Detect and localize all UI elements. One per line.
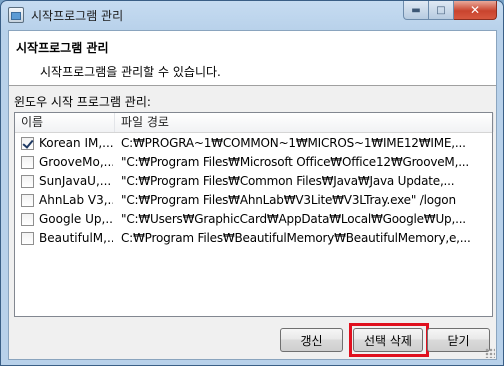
header-title: 시작프로그램 관리 xyxy=(16,41,109,55)
startup-list-label: 윈도우 시작 프로그램 관리: xyxy=(14,95,151,109)
startup-programs-list[interactable]: 이름 파일 경로 Korean IM,... C:₩PROGRA~1₩COMMO… xyxy=(14,112,494,317)
caption-buttons: ▬ □ ✕ xyxy=(403,1,497,21)
list-item[interactable]: GrooveMo,... "C:₩Program Files₩Microsoft… xyxy=(15,153,492,172)
item-name: BeautifulM,... xyxy=(39,231,113,245)
close-icon: ✕ xyxy=(469,3,481,17)
item-path: "C:₩Program Files₩Microsoft Office₩Offic… xyxy=(121,155,470,169)
list-item[interactable]: AhnLab V3,... "C:₩Program Files₩AhnLab₩V… xyxy=(15,191,492,210)
list-item[interactable]: BeautifulM,... C:₩Program Files₩Beautifu… xyxy=(15,229,492,248)
startup-manager-window: 시작프로그램 관리 ▬ □ ✕ 시작프로그램 관리 시작프로그램을 관리할 수 … xyxy=(0,0,504,366)
list-header: 이름 파일 경로 xyxy=(15,113,494,133)
column-header-name[interactable]: 이름 xyxy=(15,113,115,132)
item-checkbox[interactable] xyxy=(21,213,34,226)
close-window-button[interactable]: ✕ xyxy=(454,1,497,20)
item-path: "C:₩Users₩GraphicCard₩AppData₩Local₩Goog… xyxy=(121,212,466,226)
list-item[interactable]: Korean IM,... C:₩PROGRA~1₩COMMON~1₩MICRO… xyxy=(15,134,492,153)
item-checkbox[interactable] xyxy=(21,156,34,169)
window-app-icon xyxy=(8,7,24,23)
resize-grip[interactable] xyxy=(485,348,495,358)
item-checkbox[interactable] xyxy=(21,194,34,207)
minimize-button[interactable]: ▬ xyxy=(403,1,429,20)
close-button[interactable]: 닫기 xyxy=(427,328,490,352)
item-name: GrooveMo,... xyxy=(39,155,113,169)
maximize-icon: □ xyxy=(436,4,446,16)
item-path: "C:₩Program Files₩AhnLab₩V3Lite₩V3LTray.… xyxy=(121,193,456,207)
dialog-client-area: 시작프로그램 관리 시작프로그램을 관리할 수 있습니다. 윈도우 시작 프로그… xyxy=(8,30,497,360)
header-panel: 시작프로그램 관리 시작프로그램을 관리할 수 있습니다. xyxy=(9,31,496,86)
item-checkbox[interactable] xyxy=(21,137,34,150)
item-path: C:₩PROGRA~1₩COMMON~1₩MICROS~1₩IME12₩IME,… xyxy=(121,136,466,150)
item-name: AhnLab V3,... xyxy=(39,193,113,207)
list-item[interactable]: Google Up,... "C:₩Users₩GraphicCard₩AppD… xyxy=(15,210,492,229)
window-title: 시작프로그램 관리 xyxy=(31,9,124,23)
item-name: SunJavaU,... xyxy=(39,174,112,188)
refresh-button[interactable]: 갱신 xyxy=(280,328,343,352)
item-name: Korean IM,... xyxy=(39,136,113,150)
header-description: 시작프로그램을 관리할 수 있습니다. xyxy=(40,65,221,79)
minimize-icon: ▬ xyxy=(411,4,421,16)
maximize-button[interactable]: □ xyxy=(429,1,454,20)
column-header-path[interactable]: 파일 경로 xyxy=(115,113,494,132)
item-name: Google Up,... xyxy=(39,212,113,226)
delete-selected-button[interactable]: 선택 삭제 xyxy=(353,328,423,352)
list-item[interactable]: SunJavaU,... "C:₩Program Files₩Common Fi… xyxy=(15,172,492,191)
item-path: "C:₩Program Files₩Common Files₩Java₩Java… xyxy=(121,174,455,188)
item-checkbox[interactable] xyxy=(21,232,34,245)
item-checkbox[interactable] xyxy=(21,175,34,188)
item-path: C:₩Program Files₩BeautifulMemory₩Beautif… xyxy=(121,231,471,245)
title-bar[interactable]: 시작프로그램 관리 ▬ □ ✕ xyxy=(1,1,503,29)
